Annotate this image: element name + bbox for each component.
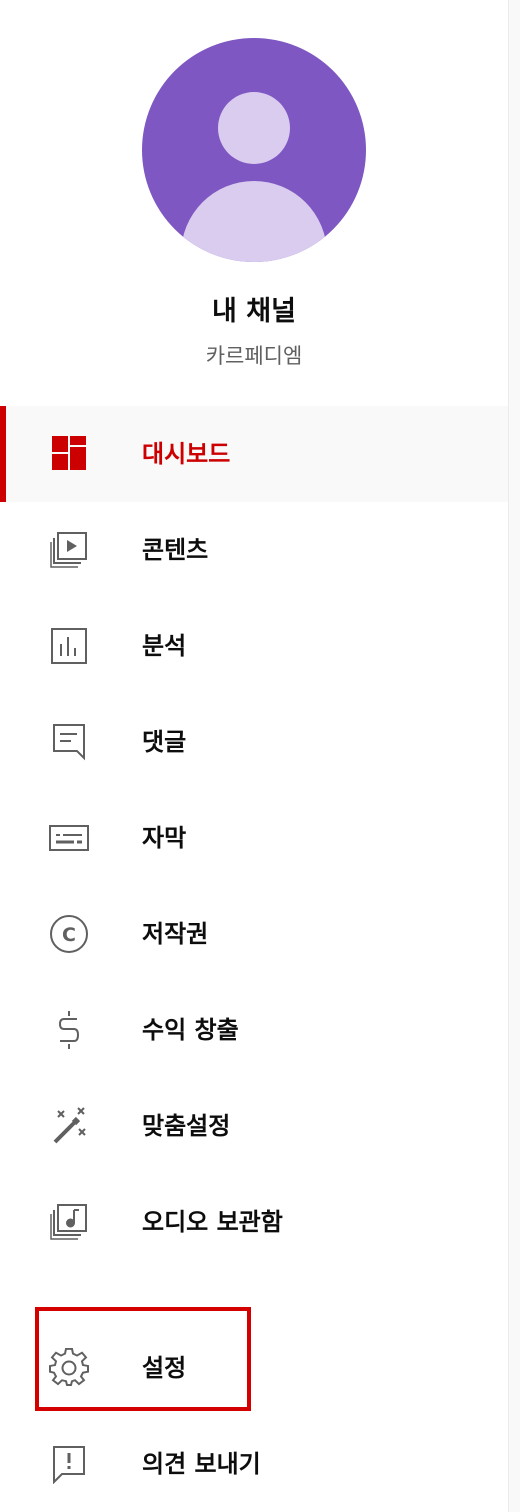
sidebar-item-content[interactable]: 콘텐츠 xyxy=(0,502,508,598)
subtitles-icon xyxy=(48,818,90,858)
active-indicator xyxy=(0,406,6,502)
sidebar-item-label: 대시보드 xyxy=(142,440,231,468)
sidebar-item-label: 콘텐츠 xyxy=(142,536,209,564)
dashboard-icon xyxy=(48,434,90,474)
sidebar-item-analytics[interactable]: 분석 xyxy=(0,598,508,694)
analytics-icon xyxy=(48,626,90,666)
avatar-body-shape xyxy=(181,181,327,262)
sidebar-item-feedback[interactable]: 의견 보내기 xyxy=(0,1416,508,1512)
svg-text:C: C xyxy=(62,924,76,946)
sidebar-item-audio-library[interactable]: 오디오 보관함 xyxy=(0,1174,508,1270)
sidebar-item-label: 댓글 xyxy=(142,728,187,756)
sidebar-item-label: 오디오 보관함 xyxy=(142,1208,283,1236)
sidebar-item-customization[interactable]: 맞춤설정 xyxy=(0,1078,508,1174)
studio-sidebar: 내 채널 카르페디엠 대시보드 콘텐츠 분석 댓글 자막 C 저작권 수익 창출… xyxy=(0,0,520,1512)
channel-name: 카르페디엠 xyxy=(205,344,303,368)
sidebar-item-label: 저작권 xyxy=(142,920,209,948)
sidebar-item-monetization[interactable]: 수익 창출 xyxy=(0,982,508,1078)
sidebar-divider xyxy=(508,0,520,1512)
sidebar-item-label: 의견 보내기 xyxy=(142,1450,261,1478)
feedback-icon xyxy=(48,1444,90,1484)
video-content-icon xyxy=(48,530,90,570)
dollar-icon xyxy=(48,1010,90,1050)
channel-title: 내 채널 xyxy=(212,296,296,327)
sidebar-item-label: 맞춤설정 xyxy=(142,1112,231,1140)
sidebar-item-label: 분석 xyxy=(142,632,187,660)
sidebar-item-label: 수익 창출 xyxy=(142,1016,239,1044)
magic-wand-icon xyxy=(48,1106,90,1146)
avatar[interactable] xyxy=(142,38,366,262)
avatar-head-shape xyxy=(218,92,290,164)
sidebar-item-label: 자막 xyxy=(142,824,187,852)
sidebar-item-subtitles[interactable]: 자막 xyxy=(0,790,508,886)
channel-profile: 내 채널 카르페디엠 xyxy=(0,0,508,400)
copyright-icon: C xyxy=(48,914,90,954)
comment-icon xyxy=(48,722,90,762)
sidebar-item-comments[interactable]: 댓글 xyxy=(0,694,508,790)
settings-highlight-box xyxy=(35,1307,251,1411)
sidebar-item-copyright[interactable]: C 저작권 xyxy=(0,886,508,982)
sidebar-item-dashboard[interactable]: 대시보드 xyxy=(0,406,508,502)
audio-library-icon xyxy=(48,1202,90,1242)
